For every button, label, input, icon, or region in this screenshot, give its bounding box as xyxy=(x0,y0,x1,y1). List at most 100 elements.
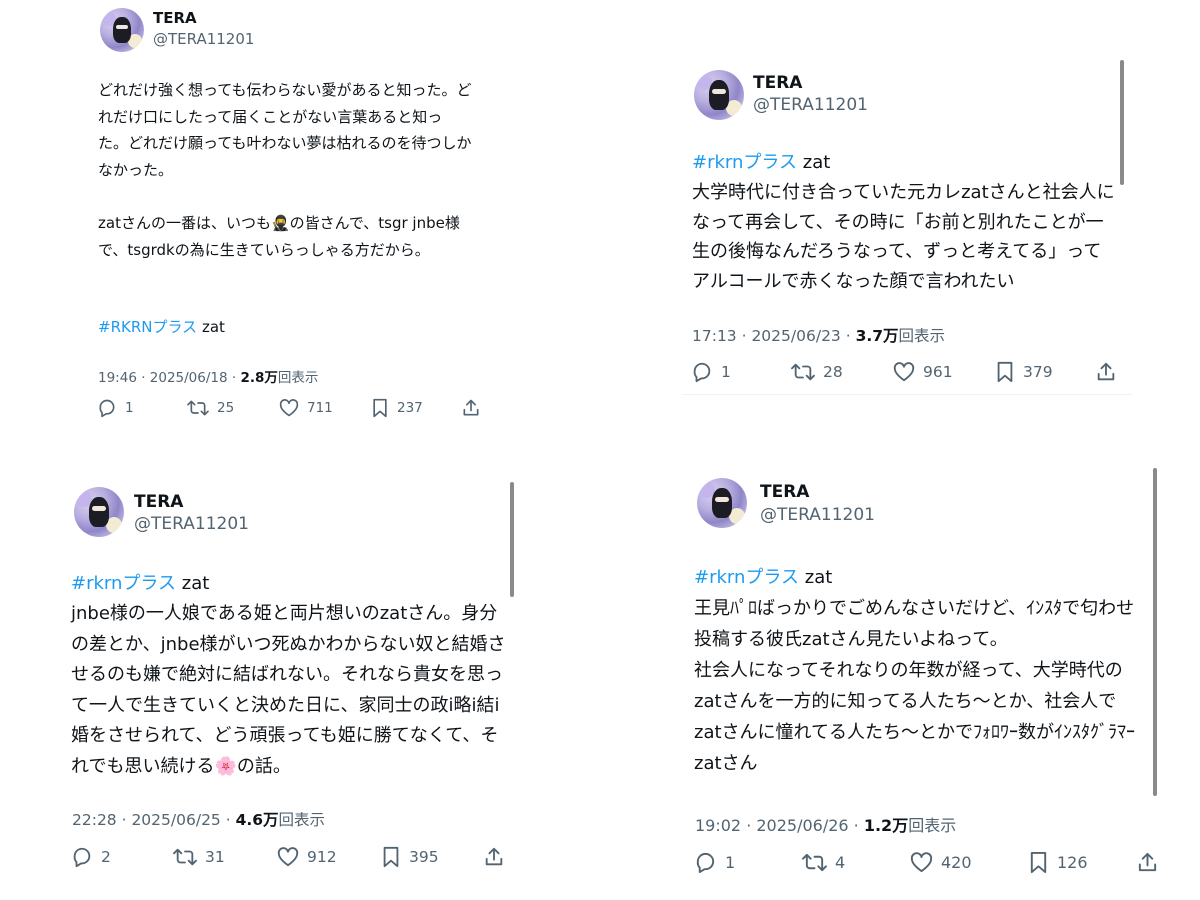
reply-button[interactable]: 1 xyxy=(694,851,802,874)
like-icon xyxy=(910,852,933,873)
share-button[interactable] xyxy=(1136,851,1159,874)
bookmark-count: 379 xyxy=(1023,363,1053,381)
reply-count: 2 xyxy=(101,848,111,866)
avatar[interactable] xyxy=(694,70,744,120)
post-meta: 19:46 · 2025/06/18 · 2.8万回表示 xyxy=(98,366,318,386)
bookmark-icon xyxy=(1030,851,1047,874)
like-icon xyxy=(893,362,915,382)
bookmark-icon xyxy=(383,846,399,868)
view-count-label: 回表示 xyxy=(898,327,946,345)
display-name[interactable]: TERA xyxy=(134,492,183,512)
scrollbar[interactable] xyxy=(1120,60,1124,185)
repost-button[interactable]: 31 xyxy=(173,846,277,868)
bookmark-button[interactable]: 395 xyxy=(381,846,483,868)
view-count: 3.7万 xyxy=(855,327,899,345)
ninja-figure xyxy=(89,497,109,527)
avatar[interactable] xyxy=(74,487,124,537)
hashtag-link[interactable]: #rkrnプラス xyxy=(692,152,797,173)
post-timestamp[interactable]: 19:46 · 2025/06/18 · xyxy=(98,370,240,386)
avatar[interactable] xyxy=(697,478,747,528)
repost-count: 31 xyxy=(205,848,225,866)
ninja-figure xyxy=(113,16,131,44)
post-divider xyxy=(682,394,1132,395)
post-text: 王見ﾊﾟﾛばっかりでごめんなさいだけど、ｲﾝｽﾀで匂わせ投稿する彼氏zatさん見… xyxy=(694,598,1135,774)
share-button[interactable] xyxy=(1095,361,1117,383)
like-icon xyxy=(279,399,299,417)
post-hashtag-line: #rkrnプラス zat xyxy=(692,148,1122,178)
share-button[interactable] xyxy=(483,846,505,868)
reply-count: 1 xyxy=(725,853,736,872)
like-button[interactable]: 961 xyxy=(893,361,995,383)
repost-button[interactable]: 28 xyxy=(791,361,893,383)
ninja-eyes xyxy=(715,497,729,502)
reply-icon xyxy=(99,399,115,418)
view-count: 1.2万 xyxy=(863,816,909,835)
post-timestamp[interactable]: 19:02 · 2025/06/26 · xyxy=(695,816,864,835)
user-handle[interactable]: @TERA11201 xyxy=(153,30,254,48)
avatar[interactable] xyxy=(100,8,144,52)
hashtag-link[interactable]: #rkrnプラス xyxy=(71,573,176,594)
ninja-eyes xyxy=(92,506,106,511)
hashtag-suffix: zat xyxy=(797,152,831,173)
post-card[interactable]: TERA @TERA11201 #rkrnプラス zat 大学時代に付き合ってい… xyxy=(600,0,1200,450)
reply-button[interactable]: 1 xyxy=(97,398,187,418)
view-count-label: 回表示 xyxy=(277,370,319,386)
repost-button[interactable]: 4 xyxy=(802,851,910,874)
reply-icon xyxy=(73,847,91,868)
display-name[interactable]: TERA xyxy=(753,73,802,93)
user-handle[interactable]: @TERA11201 xyxy=(753,95,868,115)
like-button[interactable]: 420 xyxy=(910,851,1028,874)
reply-button[interactable]: 1 xyxy=(691,361,791,383)
share-icon xyxy=(1138,852,1157,872)
ninja-figure xyxy=(709,80,729,110)
post-meta: 22:28 · 2025/06/25 · 4.6万回表示 xyxy=(72,808,325,830)
bookmark-button[interactable]: 379 xyxy=(995,361,1095,383)
like-icon xyxy=(277,847,299,867)
like-count: 912 xyxy=(307,848,337,866)
hashtag-suffix: zat xyxy=(799,567,833,588)
post-meta: 17:13 · 2025/06/23 · 3.7万回表示 xyxy=(692,324,945,346)
display-name[interactable]: TERA xyxy=(153,9,197,27)
view-count-label: 回表示 xyxy=(278,811,326,829)
user-handle[interactable]: @TERA11201 xyxy=(134,514,249,534)
reply-icon xyxy=(696,852,715,874)
post-card[interactable]: TERA @TERA11201 #rkrnプラス zat 王見ﾊﾟﾛばっかりでご… xyxy=(600,450,1200,900)
like-button[interactable]: 912 xyxy=(277,846,381,868)
like-button[interactable]: 711 xyxy=(279,398,371,418)
like-count: 711 xyxy=(307,400,333,416)
repost-button[interactable]: 25 xyxy=(187,398,279,418)
repost-icon xyxy=(187,400,209,416)
repost-icon xyxy=(173,848,197,866)
action-bar: 2 31 912 395 xyxy=(71,846,505,868)
repost-count: 28 xyxy=(823,363,843,381)
bookmark-icon xyxy=(373,398,387,418)
share-icon xyxy=(1097,362,1115,381)
display-name[interactable]: TERA xyxy=(760,482,809,502)
ninja-eyes xyxy=(115,24,129,29)
bookmark-button[interactable]: 126 xyxy=(1028,851,1136,874)
bookmark-button[interactable]: 237 xyxy=(371,398,461,418)
post-timestamp[interactable]: 17:13 · 2025/06/23 · xyxy=(692,327,856,345)
hashtag-suffix: zat xyxy=(176,573,210,594)
share-icon xyxy=(485,847,503,866)
bookmark-count: 237 xyxy=(397,400,423,416)
hashtag-link[interactable]: #RKRNプラス xyxy=(98,318,197,336)
hashtag-suffix: zat xyxy=(197,318,225,336)
post-card[interactable]: TERA @TERA11201 #rkrnプラス zat jnbe様の一人娘であ… xyxy=(0,450,600,900)
hashtag-link[interactable]: #rkrnプラス xyxy=(694,567,799,588)
scrollbar[interactable] xyxy=(1153,468,1157,796)
post-hashtag-line: #RKRNプラス zat xyxy=(98,314,478,340)
like-count: 420 xyxy=(941,853,972,872)
share-button[interactable] xyxy=(461,398,481,418)
reply-button[interactable]: 2 xyxy=(71,846,173,868)
view-count: 2.8万 xyxy=(240,370,278,386)
action-bar: 1 4 420 126 xyxy=(694,851,1159,874)
scrollbar[interactable] xyxy=(510,482,514,597)
post-timestamp[interactable]: 22:28 · 2025/06/25 · xyxy=(72,811,236,829)
user-handle[interactable]: @TERA11201 xyxy=(760,505,875,525)
repost-count: 4 xyxy=(835,853,846,872)
post-card[interactable]: TERA @TERA11201 どれだけ強く想っても伝わらない愛があると知った。… xyxy=(0,0,600,450)
ninja-figure xyxy=(712,488,732,518)
action-bar: 1 25 711 237 xyxy=(97,398,481,418)
reply-icon xyxy=(693,362,711,383)
